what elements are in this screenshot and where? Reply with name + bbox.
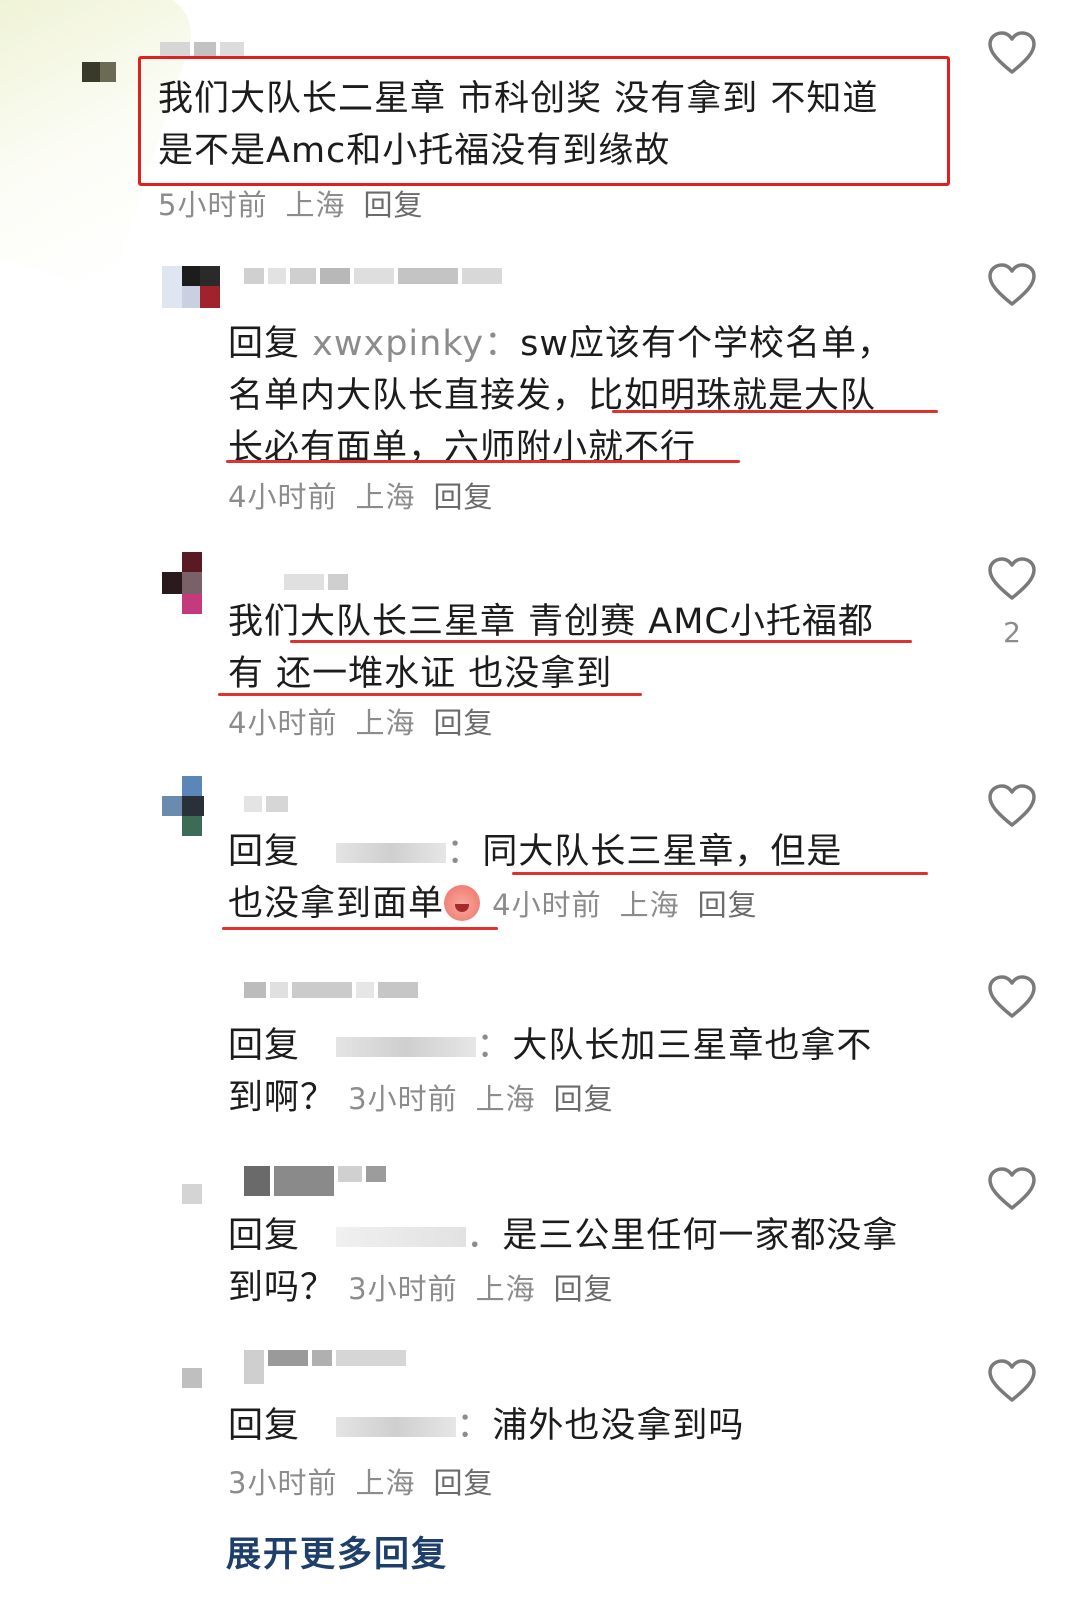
- mention-blurred: [336, 843, 447, 863]
- reply-prefix: 回复: [228, 324, 301, 364]
- avatar[interactable]: [78, 58, 138, 102]
- red-underline: [512, 872, 928, 875]
- comment-text: 回复 xwxpinky：sw应该有个学校名单， 名单内大队长直接发，比如明珠就是…: [228, 324, 893, 468]
- reply-button[interactable]: 回复: [363, 188, 423, 222]
- comment-text: 回复 ．是三公里任何一家都没拿 到吗？ 3小时前 上海 回复: [228, 1216, 899, 1308]
- mention: xwxpinky: [312, 324, 485, 364]
- red-underline: [226, 460, 740, 463]
- red-underline: [290, 640, 912, 643]
- avatar[interactable]: [162, 266, 222, 310]
- like-heart-icon[interactable]: [987, 783, 1037, 829]
- avatar[interactable]: [162, 776, 222, 836]
- like-heart-icon[interactable]: [987, 1358, 1037, 1404]
- avatar[interactable]: [162, 552, 222, 614]
- reply-button[interactable]: 回复: [433, 1466, 493, 1500]
- reply-button[interactable]: 回复: [554, 1272, 614, 1306]
- username-blurred[interactable]: [244, 796, 292, 812]
- red-underline: [612, 410, 938, 413]
- comment-meta: 4小时前 上海 回复: [228, 706, 494, 740]
- username-blurred[interactable]: [284, 574, 352, 590]
- like-count: 2: [1003, 616, 1021, 649]
- like-heart-icon[interactable]: [987, 974, 1037, 1020]
- comment-text: 我们大队长三星章 青创赛 AMC小托福都 有 还一堆水证 也没拿到: [228, 602, 874, 694]
- crying-emoji-icon: [444, 885, 481, 921]
- mention-blurred: [336, 1417, 457, 1437]
- like-heart-icon[interactable]: [987, 30, 1037, 76]
- comment-text: 我们大队长二星章 市科创奖 没有拿到 不知道 是不是Amc和小托福没有到缘故: [158, 79, 879, 171]
- like-heart-icon[interactable]: [987, 262, 1037, 308]
- comment-text: 回复 ：浦外也没拿到吗: [228, 1406, 745, 1446]
- comment-meta: 3小时前 上海 回复: [228, 1466, 494, 1500]
- reply-prefix: 回复: [228, 832, 301, 872]
- expand-more-replies-link[interactable]: 展开更多回复: [226, 1526, 448, 1577]
- comment-meta: 5小时前 上海 回复: [158, 188, 424, 222]
- like-heart-icon[interactable]: [987, 1166, 1037, 1212]
- username-blurred[interactable]: [244, 1166, 390, 1196]
- reply-button[interactable]: 回复: [433, 706, 493, 740]
- mention-blurred: [336, 1037, 477, 1057]
- like-heart-icon[interactable]: [987, 556, 1037, 602]
- reply-button[interactable]: 回复: [554, 1082, 614, 1116]
- mention-blurred: [336, 1227, 467, 1247]
- reply-prefix: 回复: [228, 1216, 301, 1256]
- reply-button[interactable]: 回复: [433, 480, 493, 514]
- comment-meta: 4小时前 上海 回复: [228, 480, 494, 514]
- red-underline: [218, 693, 642, 696]
- username-blurred[interactable]: [244, 1350, 410, 1384]
- comment-text: 回复 ：同大队长三星章，但是 也没拿到面单 4小时前 上海 回复: [228, 832, 843, 924]
- username-blurred[interactable]: [244, 982, 422, 998]
- red-underline: [222, 927, 498, 930]
- reply-button[interactable]: 回复: [698, 888, 758, 922]
- comment-text: 回复 ：大队长加三星章也拿不 到啊？ 3小时前 上海 回复: [228, 1026, 873, 1118]
- reply-prefix: 回复: [228, 1026, 301, 1066]
- username-blurred[interactable]: [244, 268, 506, 284]
- reply-prefix: 回复: [228, 1406, 301, 1446]
